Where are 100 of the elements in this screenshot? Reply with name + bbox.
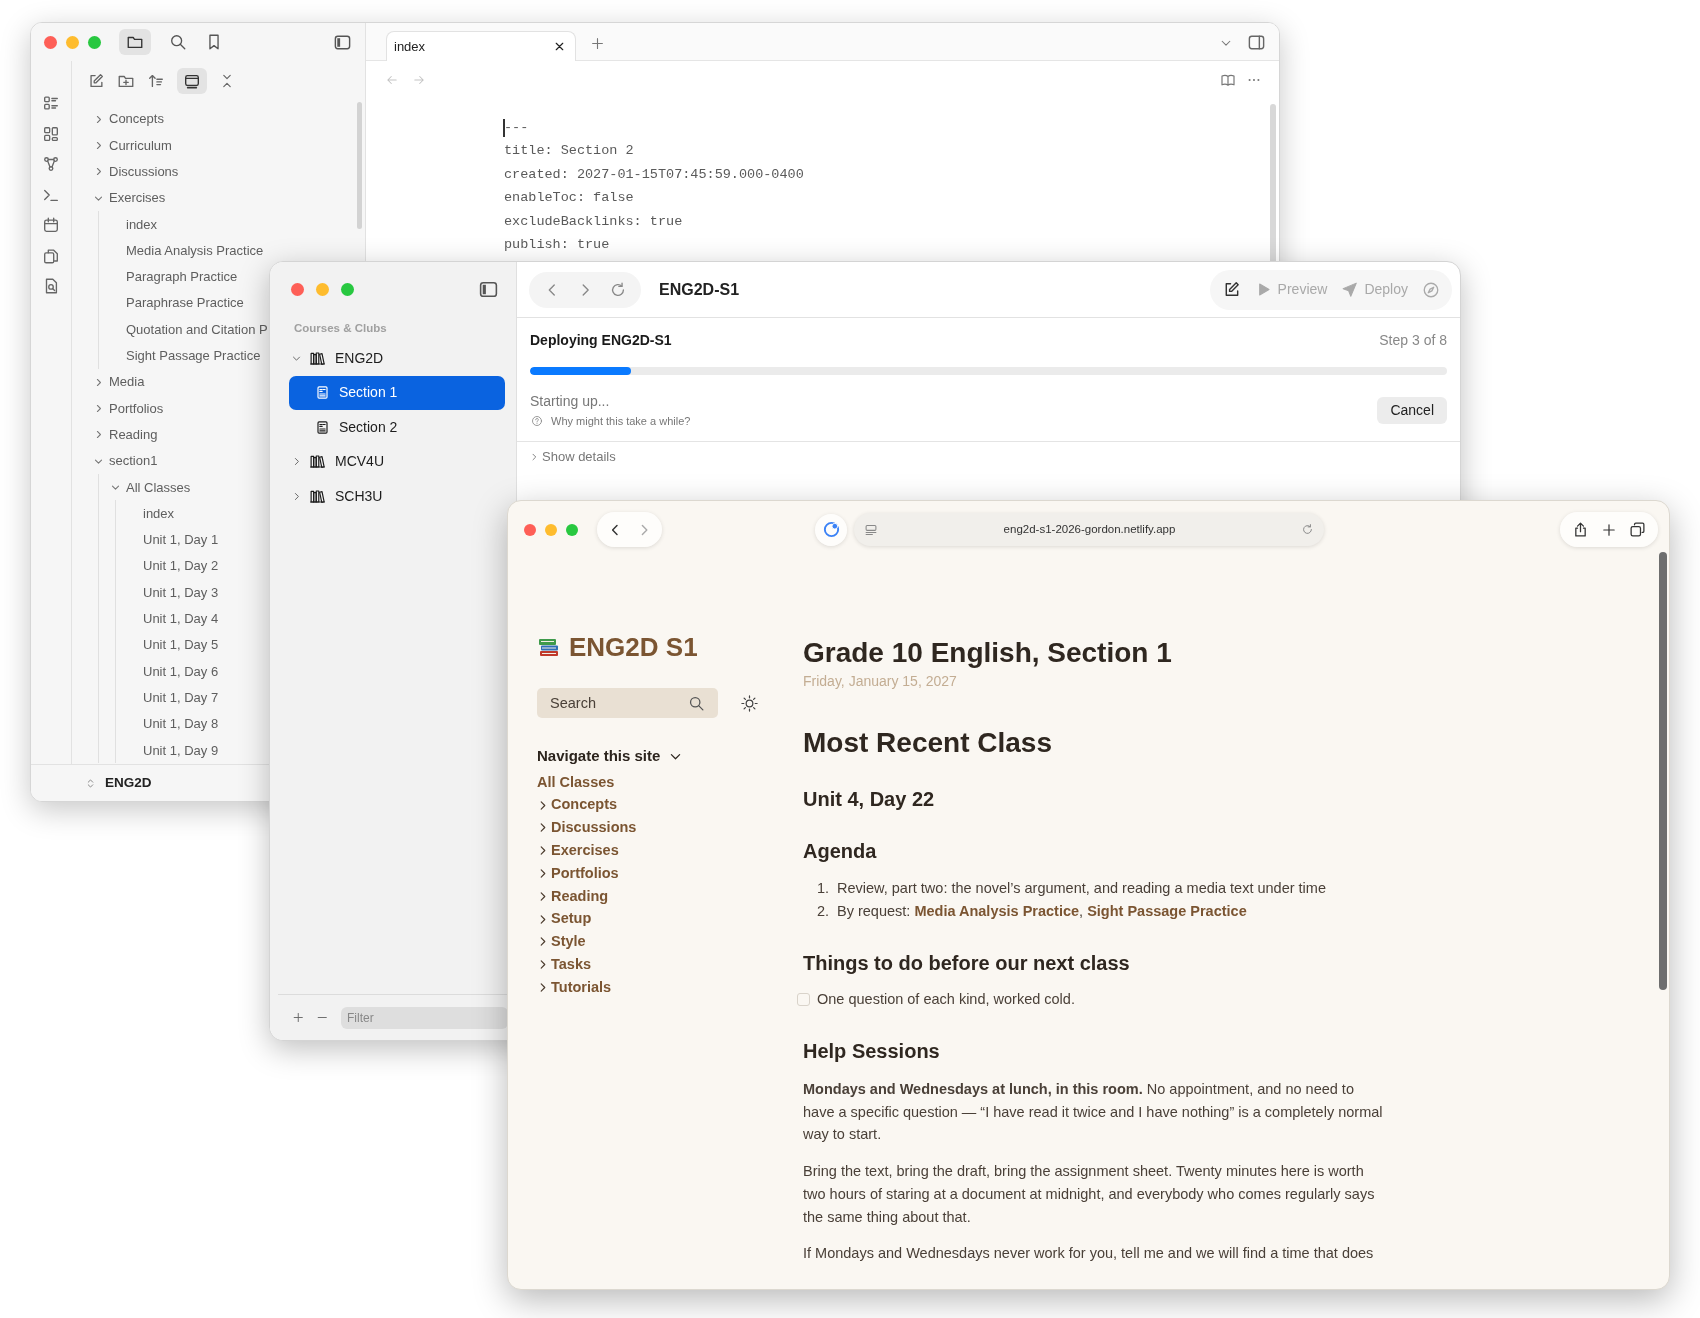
address-bar[interactable]: eng2d-s1-2026-gordon.netlify.app xyxy=(854,513,1324,546)
nav-link[interactable]: Reading xyxy=(537,885,774,908)
file-tree-item[interactable]: Quotation and Citation P xyxy=(126,316,268,343)
page-icon[interactable] xyxy=(864,522,878,537)
tab-overview-icon[interactable] xyxy=(1629,521,1646,538)
file-tree-item[interactable]: Unit 1, Day 4 xyxy=(143,605,219,632)
extension-button[interactable] xyxy=(815,513,847,546)
sidebar-item[interactable]: ENG2D xyxy=(289,341,505,376)
filter-field[interactable]: Filter xyxy=(341,1006,508,1029)
file-tree-item[interactable]: All Classes xyxy=(110,474,191,501)
file-tree-item[interactable]: Unit 1, Day 6 xyxy=(143,658,219,685)
close-tab-icon[interactable] xyxy=(553,40,566,53)
file-tree-item[interactable]: section1 xyxy=(93,448,158,474)
section-heading: Most Recent Class xyxy=(803,726,1053,760)
file-tree-item[interactable]: index xyxy=(126,211,158,238)
close-button[interactable] xyxy=(524,523,536,536)
show-details-toggle[interactable]: Show details xyxy=(529,447,1447,467)
vault-name[interactable]: ENG2D xyxy=(105,772,152,794)
code-line: title: Section 2 xyxy=(504,142,635,161)
window-title: ENG2D-S1 xyxy=(659,279,740,300)
help-link[interactable]: Why might this take a while? xyxy=(551,413,691,429)
file-tree-item[interactable]: Unit 1, Day 3 xyxy=(143,579,219,606)
site-title[interactable]: ENG2D S1 xyxy=(569,631,698,663)
tab[interactable]: index xyxy=(386,31,576,61)
nav-link[interactable]: All Classes xyxy=(537,771,774,794)
auto-reveal-button[interactable] xyxy=(177,68,207,94)
list-number: 1. xyxy=(817,878,831,898)
sidebar-toggle-icon[interactable] xyxy=(1247,33,1266,52)
file-tree-item[interactable]: Media Analysis Practice xyxy=(126,237,264,264)
calendar-icon[interactable] xyxy=(42,216,60,234)
sort-icon[interactable] xyxy=(147,72,165,90)
file-tree-item[interactable]: Exercises xyxy=(93,185,166,212)
sidebar-item[interactable]: Section 1 xyxy=(289,375,505,410)
agenda-item: Review, part two: the novel’s argument, and reading a media text under time xyxy=(837,878,1326,898)
navigation-toggle[interactable]: Navigate this site xyxy=(537,745,774,767)
cancel-button[interactable]: Cancel xyxy=(1377,396,1447,424)
file-tree-item[interactable]: Unit 1, Day 7 xyxy=(143,684,219,711)
sidebar-item[interactable]: Section 2 xyxy=(289,410,505,445)
close-button[interactable] xyxy=(291,282,304,296)
books-icon xyxy=(309,453,326,471)
search-icon[interactable] xyxy=(169,33,187,51)
page-date: Friday, January 15, 2027 xyxy=(803,672,958,691)
add-icon[interactable] xyxy=(292,1010,305,1025)
help-heading: Help Sessions xyxy=(803,1039,941,1064)
nav-link[interactable]: Tasks xyxy=(537,953,774,977)
window-icon xyxy=(183,72,201,90)
share-icon[interactable] xyxy=(1572,521,1589,538)
nav-link[interactable]: Tutorials xyxy=(537,976,774,999)
copy-icon[interactable] xyxy=(42,246,60,265)
file-tree-item[interactable]: Media xyxy=(93,369,145,396)
nav-link[interactable]: Style xyxy=(537,930,774,954)
nav-link[interactable]: Concepts xyxy=(537,793,774,817)
file-tree-item[interactable]: Curriculum xyxy=(93,132,172,159)
paragraph: Bring the text, bring the draft, bring the assignment sheet. Twenty minutes here is worth two hours of staring at a document at midnight, and everybody who comes regularly says the same thing about that. xyxy=(803,1162,1376,1227)
graph-icon[interactable] xyxy=(42,155,60,173)
file-tree-item[interactable]: Discussions xyxy=(93,158,179,185)
file-tree-item[interactable]: Sight Passage Practice xyxy=(126,342,261,369)
file-tree-item[interactable]: Unit 1, Day 2 xyxy=(143,553,219,580)
nav-link[interactable]: Portfolios xyxy=(537,862,774,885)
compass-icon[interactable] xyxy=(1422,280,1440,299)
text-cursor xyxy=(503,119,505,137)
document-icon xyxy=(315,385,330,401)
file-tree-item[interactable]: Unit 1, Day 8 xyxy=(143,710,219,737)
file-tree-item[interactable]: Reading xyxy=(93,421,158,448)
reload-icon[interactable] xyxy=(1301,523,1314,536)
outline-icon[interactable] xyxy=(42,94,60,112)
sidebar-item[interactable]: MCV4U xyxy=(289,444,505,479)
deploy-title: Deploying ENG2D-S1 xyxy=(530,330,672,350)
grid-icon[interactable] xyxy=(42,124,60,143)
file-tree-item[interactable]: Paraphrase Practice xyxy=(126,290,244,317)
url-text: eng2d-s1-2026-gordon.netlify.app xyxy=(1002,521,1177,537)
file-tree-item[interactable]: Unit 1, Day 5 xyxy=(143,632,219,659)
class-heading: Unit 4, Day 22 xyxy=(803,787,936,812)
files-tab-button[interactable] xyxy=(119,29,151,55)
agenda-heading: Agenda xyxy=(803,839,878,864)
link[interactable]: Sight Passage Practice xyxy=(1087,902,1247,919)
file-tree-item[interactable]: Unit 1, Day 1 xyxy=(143,526,219,553)
close-button[interactable] xyxy=(44,35,57,49)
code-line: --- xyxy=(504,118,530,139)
file-tree-item[interactable]: index xyxy=(143,500,175,527)
book-icon[interactable] xyxy=(1220,72,1236,88)
nav-link[interactable]: Exercises xyxy=(537,839,774,863)
new-note-icon[interactable] xyxy=(87,72,105,90)
new-tab-icon[interactable] xyxy=(1601,521,1617,538)
todo-heading: Things to do before our next class xyxy=(803,951,1131,976)
file-tree-item[interactable]: Concepts xyxy=(93,106,164,133)
checkbox[interactable] xyxy=(797,993,810,1006)
extension-icon xyxy=(821,520,841,539)
link[interactable]: Media Analysis Practice xyxy=(914,902,1080,919)
page-title: Grade 10 English, Section 1 xyxy=(803,636,1173,670)
search-field[interactable]: Search xyxy=(537,688,718,718)
new-tab-icon[interactable] xyxy=(590,36,605,51)
nav-link[interactable]: Discussions xyxy=(537,816,774,840)
file-tree-item[interactable]: Unit 1, Day 9 xyxy=(143,737,219,764)
theme-toggle-icon[interactable] xyxy=(740,693,759,713)
file-tree-item[interactable]: Portfolios xyxy=(93,395,164,422)
sidebar-item[interactable]: SCH3U xyxy=(289,479,505,514)
sidebar-heading: Courses & Clubs xyxy=(293,321,388,337)
file-tree-item[interactable]: Paragraph Practice xyxy=(126,263,238,290)
nav-link[interactable]: Setup xyxy=(537,907,774,931)
